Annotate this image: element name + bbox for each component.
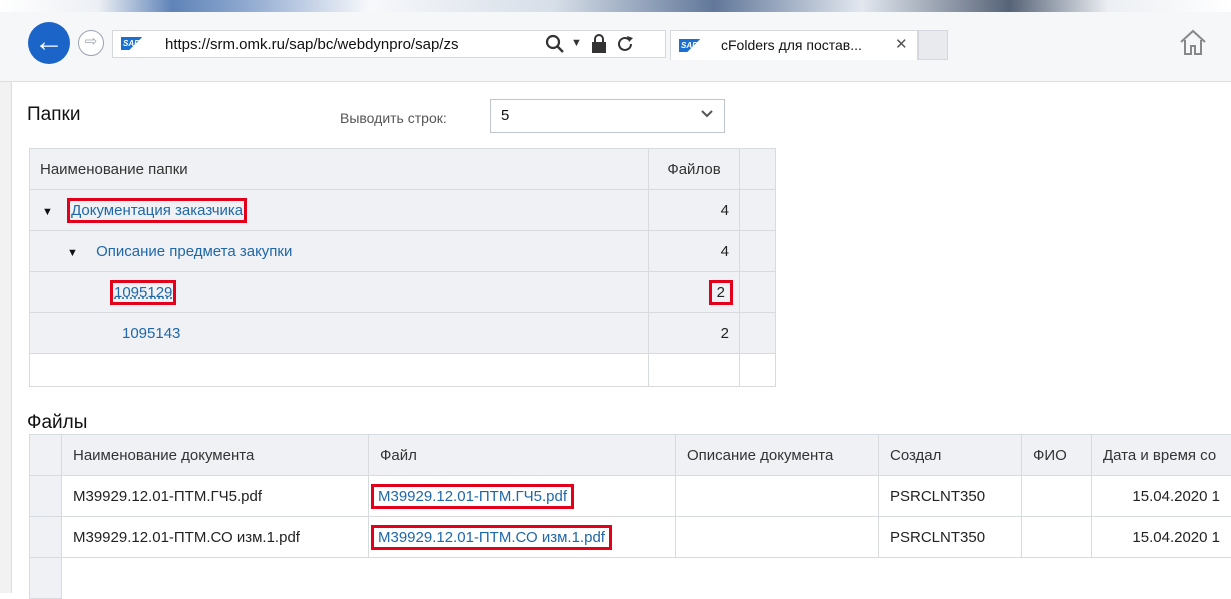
back-button[interactable]: ← [28, 22, 70, 64]
empty-cell [740, 190, 776, 231]
window-titlebar [0, 0, 1231, 12]
sap-favicon-icon: SAP [121, 37, 143, 50]
folder-link[interactable]: Описание предмета закупки [96, 243, 292, 260]
empty-cell [740, 313, 776, 354]
expand-triangle-icon[interactable]: ▼ [67, 247, 78, 259]
rows-count-select[interactable]: 5 [490, 99, 725, 133]
new-tab-button[interactable] [918, 30, 948, 60]
table-row[interactable]: 1095143 2 [30, 313, 776, 354]
column-header-datetime[interactable]: Дата и время со [1092, 435, 1231, 476]
folder-link[interactable]: 1095129 [114, 284, 172, 301]
address-bar[interactable]: SAP https://srm.omk.ru/sap/bc/webdynpro/… [112, 30, 666, 58]
document-name: M39929.12.01-ПТМ.СО изм.1.pdf [62, 517, 369, 558]
folders-table: Наименование папки Файлов ▼ Документация… [29, 148, 776, 387]
description [676, 476, 879, 517]
file-cell: M39929.12.01-ПТМ.СО изм.1.pdf [369, 517, 676, 558]
empty-row [30, 354, 776, 387]
rows-count-value: 5 [501, 107, 509, 124]
table-row[interactable]: ▼ Документация заказчика 4 [30, 190, 776, 231]
column-header-files-count[interactable]: Файлов [649, 149, 740, 190]
author: PSRCLNT350 [879, 517, 1022, 558]
refresh-icon[interactable] [615, 34, 635, 59]
fio [1022, 476, 1092, 517]
table-row[interactable]: M39929.12.01-ПТМ.СО изм.1.pdf M39929.12.… [30, 517, 1231, 558]
author: PSRCLNT350 [879, 476, 1022, 517]
folders-title: Папки [27, 104, 80, 126]
lock-icon [591, 34, 607, 59]
divider [0, 81, 1231, 82]
empty-cell [740, 272, 776, 313]
datetime: 15.04.2020 1 [1092, 517, 1231, 558]
files-table: Наименование документа Файл Описание док… [29, 434, 1231, 599]
row-selector[interactable] [30, 558, 62, 599]
column-header-description[interactable]: Описание документа [676, 435, 879, 476]
column-header-extra [740, 149, 776, 190]
table-header-row: Наименование папки Файлов [30, 149, 776, 190]
files-count: 2 [649, 313, 740, 354]
table-row[interactable]: ▼ Описание предмета закупки 4 [30, 231, 776, 272]
rows-count-label: Выводить строк: [340, 110, 447, 126]
chevron-down-icon[interactable] [701, 107, 713, 122]
table-row[interactable]: M39929.12.01-ПТМ.ГЧ5.pdf M39929.12.01-ПТ… [30, 476, 1231, 517]
row-selector[interactable] [30, 476, 62, 517]
column-header-document-name[interactable]: Наименование документа [62, 435, 369, 476]
file-link[interactable]: M39929.12.01-ПТМ.СО изм.1.pdf [375, 529, 608, 546]
row-selector[interactable] [30, 517, 62, 558]
document-name: M39929.12.01-ПТМ.ГЧ5.pdf [62, 476, 369, 517]
table-header-row: Наименование документа Файл Описание док… [30, 435, 1231, 476]
files-count-value: 2 [713, 284, 729, 301]
files-count: 4 [649, 190, 740, 231]
column-header-folder-name[interactable]: Наименование папки [30, 149, 649, 190]
empty-cell [740, 231, 776, 272]
column-header-author[interactable]: Создал [879, 435, 1022, 476]
folder-link[interactable]: 1095143 [122, 325, 180, 342]
column-header-file[interactable]: Файл [369, 435, 676, 476]
sap-favicon-icon: SAP [679, 39, 701, 52]
file-cell: M39929.12.01-ПТМ.ГЧ5.pdf [369, 476, 676, 517]
file-link[interactable]: M39929.12.01-ПТМ.ГЧ5.pdf [375, 488, 570, 505]
files-count: 4 [649, 231, 740, 272]
tab-title: cFolders для постав... [721, 37, 862, 53]
home-icon[interactable] [1178, 28, 1208, 63]
description [676, 517, 879, 558]
table-row[interactable]: 1095129 2 [30, 272, 776, 313]
expand-triangle-icon[interactable]: ▼ [42, 206, 53, 218]
files-count: 2 [649, 272, 740, 313]
column-header-fio[interactable]: ФИО [1022, 435, 1092, 476]
url-text: https://srm.omk.ru/sap/bc/webdynpro/sap/… [165, 36, 458, 53]
files-title: Файлы [27, 412, 87, 434]
browser-tab[interactable]: SAP cFolders для постав... ✕ [670, 30, 918, 60]
folder-link[interactable]: Документация заказчика [71, 202, 243, 219]
dropdown-arrow-icon[interactable]: ▼ [571, 37, 582, 49]
fio [1022, 517, 1092, 558]
search-icon[interactable] [545, 34, 565, 59]
row-selector-header[interactable] [30, 435, 62, 476]
datetime: 15.04.2020 1 [1092, 476, 1231, 517]
close-icon[interactable]: ✕ [895, 35, 908, 53]
empty-row [30, 558, 1231, 599]
forward-button[interactable]: ⇨ [78, 30, 104, 56]
window-edge [0, 82, 12, 593]
